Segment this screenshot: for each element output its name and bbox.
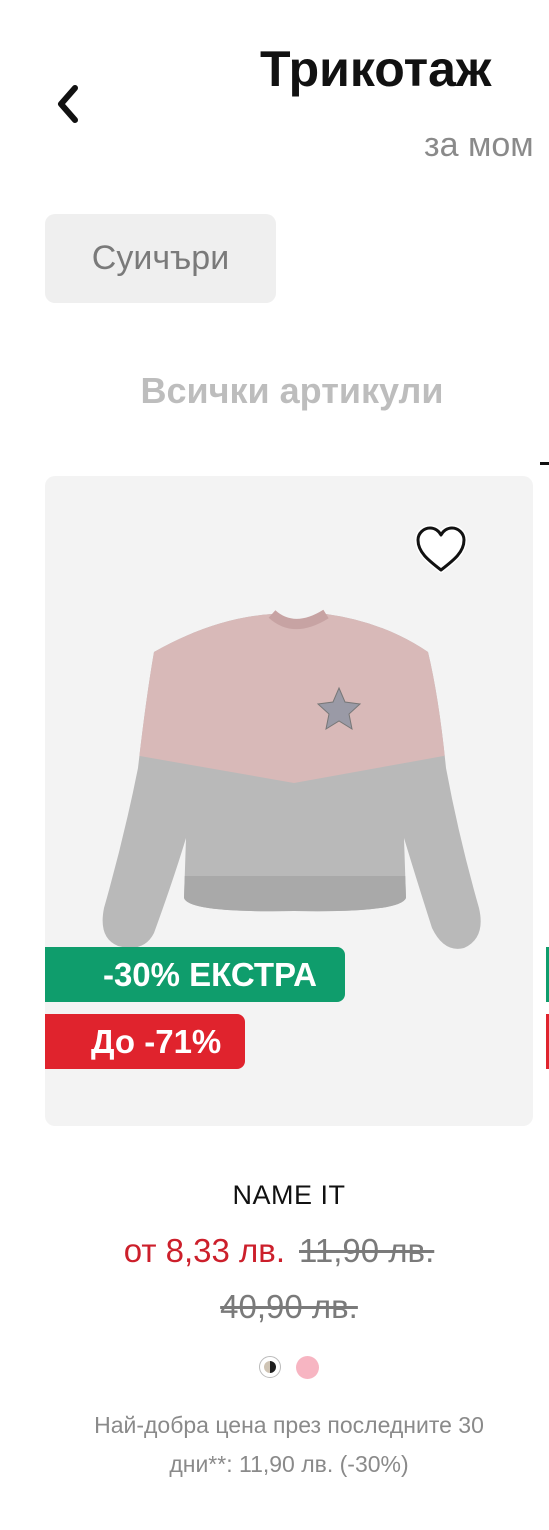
page-subtitle: за мом bbox=[424, 126, 534, 164]
filter-chip-sweatshirts[interactable]: Суичъри bbox=[45, 214, 276, 303]
old-price: 11,90 лв. bbox=[299, 1232, 435, 1269]
original-price: 40,90 лв. bbox=[220, 1288, 358, 1325]
tab-indicator bbox=[540, 462, 549, 465]
product-image[interactable] bbox=[94, 608, 488, 952]
back-button[interactable] bbox=[44, 78, 92, 130]
wishlist-button[interactable] bbox=[412, 522, 470, 578]
chevron-left-icon bbox=[58, 85, 78, 123]
price-line: от 8,33 лв. 11,90 лв. bbox=[0, 1232, 549, 1270]
best-price-note: Най-добра цена през последните 30 дни**:… bbox=[94, 1412, 484, 1477]
product-brand[interactable]: NAME IT bbox=[0, 1180, 549, 1211]
color-swatch-beige[interactable] bbox=[259, 1356, 281, 1378]
heart-outline-icon bbox=[415, 525, 467, 573]
badge-up-to-discount: До -71% bbox=[45, 1014, 245, 1069]
tab-all-items[interactable]: Всички артикули bbox=[0, 370, 549, 412]
current-price: от 8,33 лв. bbox=[123, 1232, 285, 1269]
color-swatch-pink[interactable] bbox=[296, 1356, 319, 1379]
page-title: Трикотаж bbox=[260, 41, 492, 97]
badge-extra-discount: -30% ЕКСТРА bbox=[45, 947, 345, 1002]
